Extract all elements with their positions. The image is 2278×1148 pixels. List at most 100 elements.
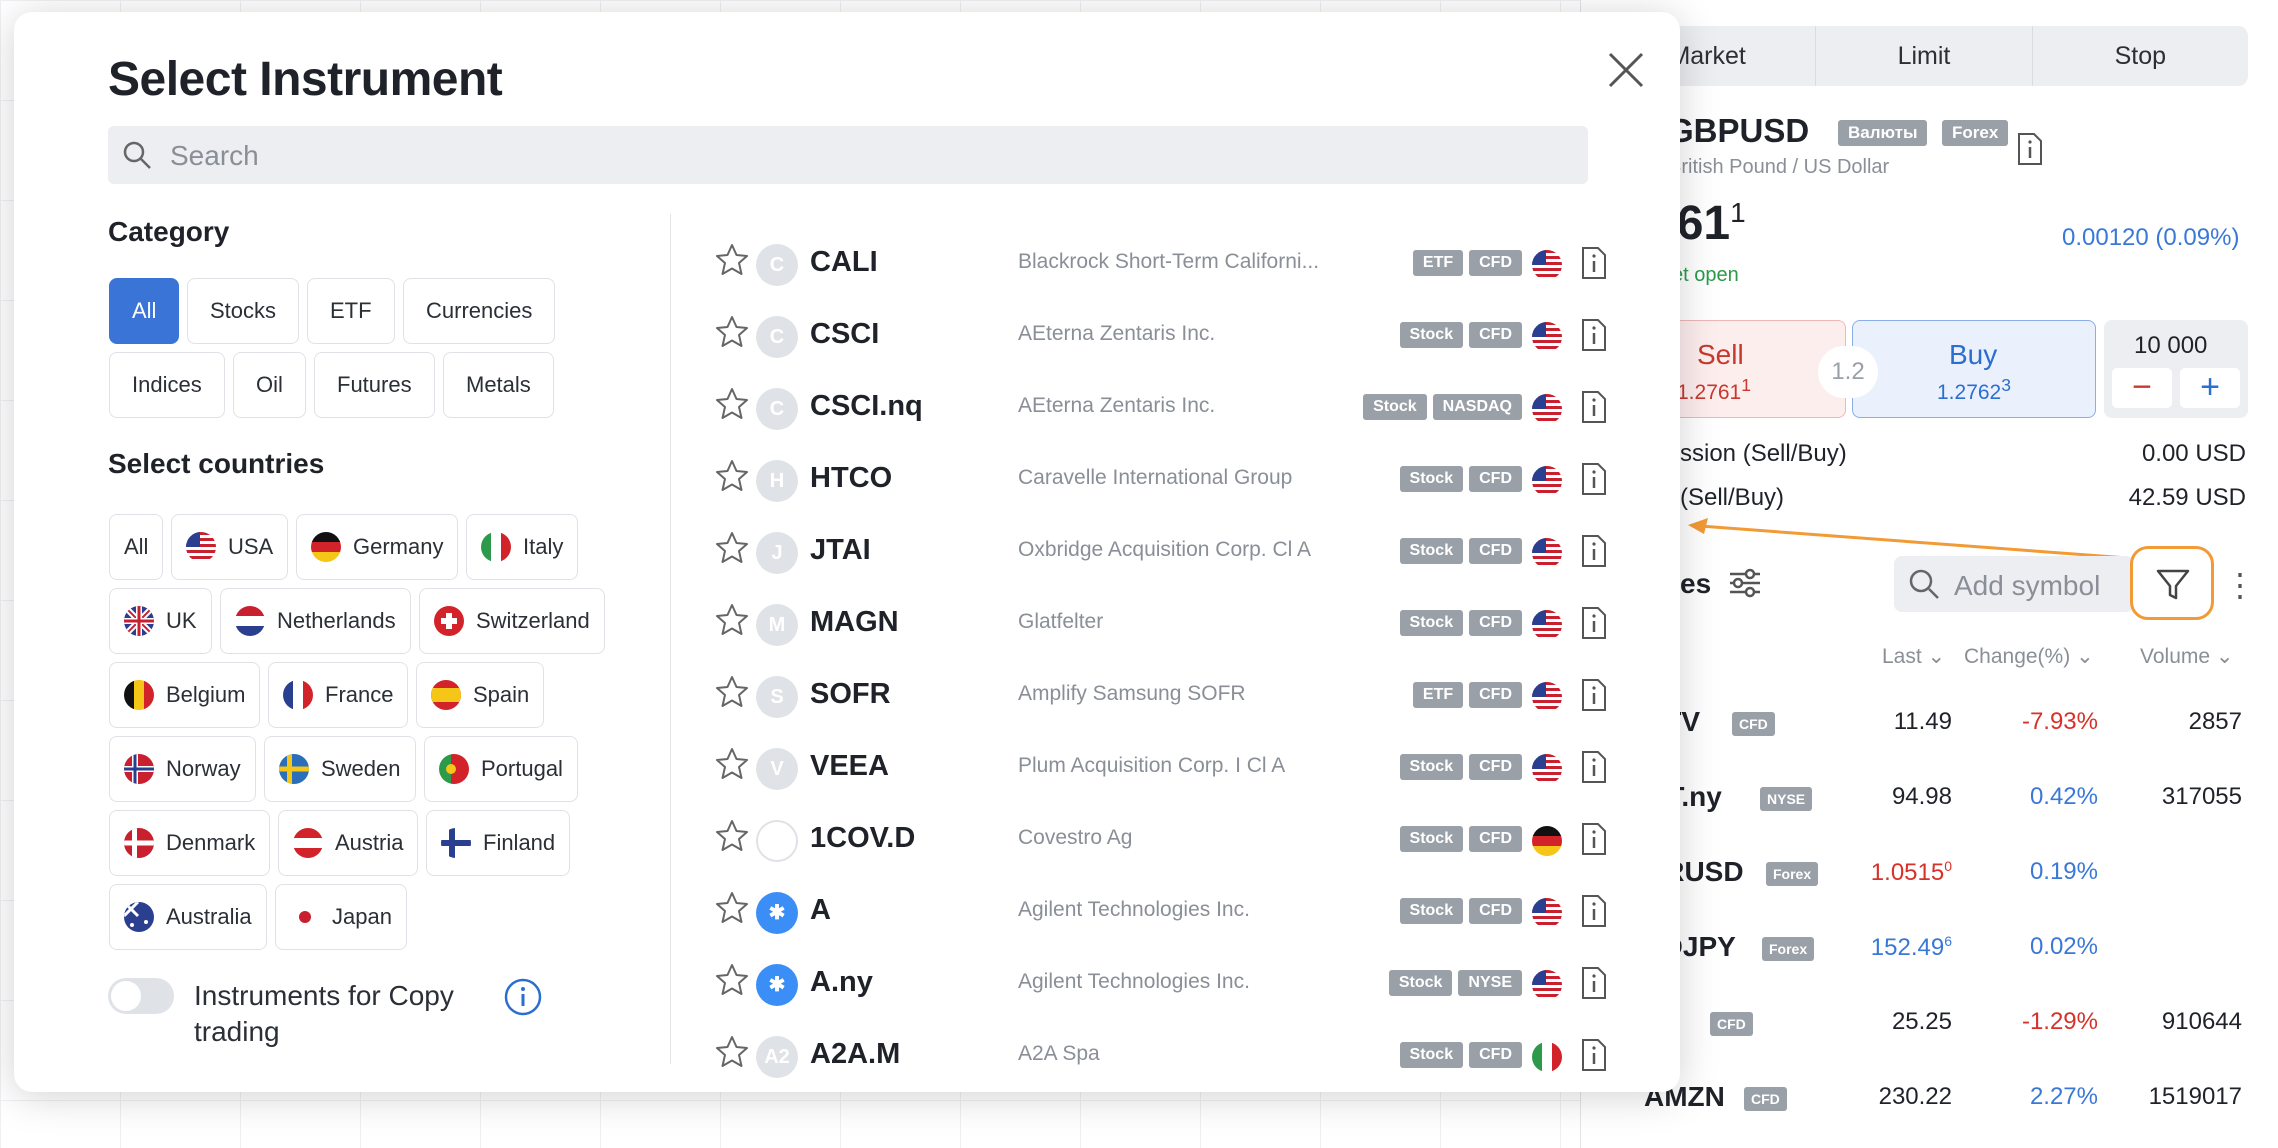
- commission-label: ssion (Sell/Buy): [1680, 440, 1847, 467]
- column-header-change[interactable]: Change(%) ⌄: [1964, 644, 2094, 669]
- star-icon[interactable]: [714, 386, 750, 422]
- country-chip-switzerland[interactable]: Switzerland: [419, 588, 605, 654]
- instrument-row[interactable]: C CSCI AEterna Zentaris Inc. Stock CFD: [694, 294, 1614, 366]
- watchlist-row[interactable]: ECFD25.25-1.29%910644: [1580, 986, 2278, 1058]
- country-chip-portugal[interactable]: Portugal: [424, 736, 578, 802]
- document-info-icon[interactable]: [1580, 894, 1608, 928]
- add-symbol-input[interactable]: Add symbol: [1894, 556, 2134, 612]
- quantity-stepper: 10 000 − +: [2104, 320, 2248, 418]
- buy-button[interactable]: Buy 1.27623: [1852, 320, 2096, 418]
- document-info-icon[interactable]: [1580, 678, 1608, 712]
- instrument-row[interactable]: S SOFR Amplify Samsung SOFR ETF CFD: [694, 654, 1614, 726]
- document-info-icon[interactable]: [1580, 606, 1608, 640]
- watchlist-row[interactable]: SDJPY Forex 152.496 0.02%: [1580, 911, 2278, 983]
- star-icon[interactable]: [714, 1034, 750, 1070]
- country-chip-usa[interactable]: USA: [171, 514, 289, 580]
- category-chip-indices[interactable]: Indices: [109, 352, 225, 418]
- category-chip-metals[interactable]: Metals: [443, 352, 554, 418]
- category-chip-oil[interactable]: Oil: [233, 352, 306, 418]
- star-icon[interactable]: [714, 530, 750, 566]
- instrument-row[interactable]: H HTCO Caravelle International Group Stock C…: [694, 438, 1614, 510]
- instrument-row[interactable]: A2 A2A.M A2A Spa Stock CFD: [694, 1014, 1614, 1086]
- last-price-main: 1.0515: [1870, 859, 1945, 886]
- copy-trading-toggle[interactable]: [108, 978, 174, 1014]
- watchlist-last-price: 94.98: [1892, 783, 1952, 811]
- tab-stop[interactable]: Stop: [2033, 26, 2248, 86]
- instrument-row[interactable]: C CSCI.nq AEterna Zentaris Inc. Stock NASDAQ: [694, 366, 1614, 438]
- search-input[interactable]: Search: [108, 126, 1588, 184]
- close-icon[interactable]: [1600, 44, 1652, 96]
- country-chip-germany[interactable]: Germany: [296, 514, 459, 580]
- document-info-icon[interactable]: [1580, 390, 1608, 424]
- star-icon[interactable]: [714, 602, 750, 638]
- document-info-icon[interactable]: [1580, 318, 1608, 352]
- more-menu-icon[interactable]: ⋮: [2224, 566, 2256, 604]
- country-chip-belgium[interactable]: Belgium: [109, 662, 261, 728]
- document-info-icon[interactable]: [1580, 966, 1608, 1000]
- country-chip-finland[interactable]: Finland: [426, 810, 571, 876]
- star-icon[interactable]: [714, 890, 750, 926]
- instrument-row[interactable]: J JTAI Oxbridge Acquisition Corp. Cl A Stoc…: [694, 510, 1614, 582]
- quantity-increase-button[interactable]: +: [2180, 368, 2240, 408]
- country-chip-france[interactable]: France: [268, 662, 409, 728]
- instrument-row[interactable]: ✱ A Agilent Technologies Inc. Stock CFD: [694, 870, 1614, 942]
- star-icon[interactable]: [714, 962, 750, 998]
- document-info-icon[interactable]: [1580, 822, 1608, 856]
- category-chip-stocks[interactable]: Stocks: [187, 278, 300, 344]
- instrument-row[interactable]: M MAGN Glatfelter Stock CFD: [694, 582, 1614, 654]
- document-info-icon[interactable]: [1580, 462, 1608, 496]
- document-info-icon[interactable]: [2016, 132, 2044, 166]
- star-icon[interactable]: [714, 242, 750, 278]
- country-chip-all[interactable]: All: [109, 514, 164, 580]
- grid-line: [0, 0, 1580, 1]
- flag-it-icon: [1532, 1042, 1562, 1072]
- star-icon[interactable]: [714, 458, 750, 494]
- settings-sliders-icon[interactable]: [1728, 566, 1762, 600]
- instrument-name: Oxbridge Acquisition Corp. Cl A: [1018, 538, 1311, 561]
- category-chip-all[interactable]: All: [109, 278, 180, 344]
- star-icon[interactable]: [714, 746, 750, 782]
- country-chip-uk[interactable]: UK: [109, 588, 212, 654]
- flag-us-icon: [1532, 682, 1562, 712]
- column-header-volume[interactable]: Volume ⌄: [2140, 644, 2233, 669]
- star-icon[interactable]: [714, 674, 750, 710]
- watchlist-row[interactable]: AMZN CFD 230.22 2.27% 1519017: [1580, 1061, 2278, 1133]
- country-chip-australia[interactable]: Australia: [109, 884, 267, 950]
- category-chip-currencies[interactable]: Currencies: [403, 278, 556, 344]
- instrument-avatar: H: [756, 460, 798, 502]
- tab-limit[interactable]: Limit: [1816, 26, 2033, 86]
- country-chip-japan[interactable]: Japan: [275, 884, 407, 950]
- quantity-decrease-button[interactable]: −: [2112, 368, 2172, 408]
- flag-us-icon: [1532, 898, 1562, 928]
- instrument-symbol: A2A.M: [810, 1038, 901, 1070]
- document-info-icon[interactable]: [1580, 750, 1608, 784]
- country-chip-denmark[interactable]: Denmark: [109, 810, 271, 876]
- info-icon[interactable]: [504, 978, 542, 1016]
- country-chip-italy[interactable]: Italy: [466, 514, 579, 580]
- quantity-value[interactable]: 10 000: [2134, 332, 2207, 360]
- country-chip-sweden[interactable]: Sweden: [264, 736, 416, 802]
- instrument-name: Blackrock Short-Term Californi...: [1018, 250, 1320, 273]
- watchlist-row[interactable]: URUSD Forex 1.05150 0.19%: [1580, 836, 2278, 908]
- instrument-row[interactable]: V VEEA Plum Acquisition Corp. I Cl A Stock C…: [694, 726, 1614, 798]
- category-chip-futures[interactable]: Futures: [314, 352, 435, 418]
- column-header-last[interactable]: Last ⌄: [1882, 644, 1945, 669]
- watchlist-row[interactable]: RTVCFD11.49-7.93%2857: [1580, 686, 2278, 758]
- flag-us-icon: [1532, 610, 1562, 640]
- country-chip-austria[interactable]: Austria: [278, 810, 419, 876]
- document-info-icon[interactable]: [1580, 246, 1608, 280]
- filter-button[interactable]: [2130, 546, 2214, 620]
- category-chip-etf[interactable]: ETF: [307, 278, 395, 344]
- instrument-row[interactable]: ✱ A.ny Agilent Technologies Inc. Stock NYSE: [694, 942, 1614, 1014]
- country-chip-norway[interactable]: Norway: [109, 736, 256, 802]
- instrument-row[interactable]: 1COV.D Covestro Ag Stock CFD: [694, 798, 1614, 870]
- star-icon[interactable]: [714, 818, 750, 854]
- document-info-icon[interactable]: [1580, 1038, 1608, 1072]
- star-icon[interactable]: [714, 314, 750, 350]
- document-info-icon[interactable]: [1580, 534, 1608, 568]
- buy-label: Buy: [1949, 339, 1998, 370]
- instrument-row[interactable]: C CALI Blackrock Short-Term Californi... ET…: [694, 222, 1614, 294]
- country-chip-netherlands[interactable]: Netherlands: [220, 588, 411, 654]
- watchlist-row[interactable]: MT.ny NYSE 94.98 0.42% 317055: [1580, 761, 2278, 833]
- country-chip-spain[interactable]: Spain: [416, 662, 545, 728]
